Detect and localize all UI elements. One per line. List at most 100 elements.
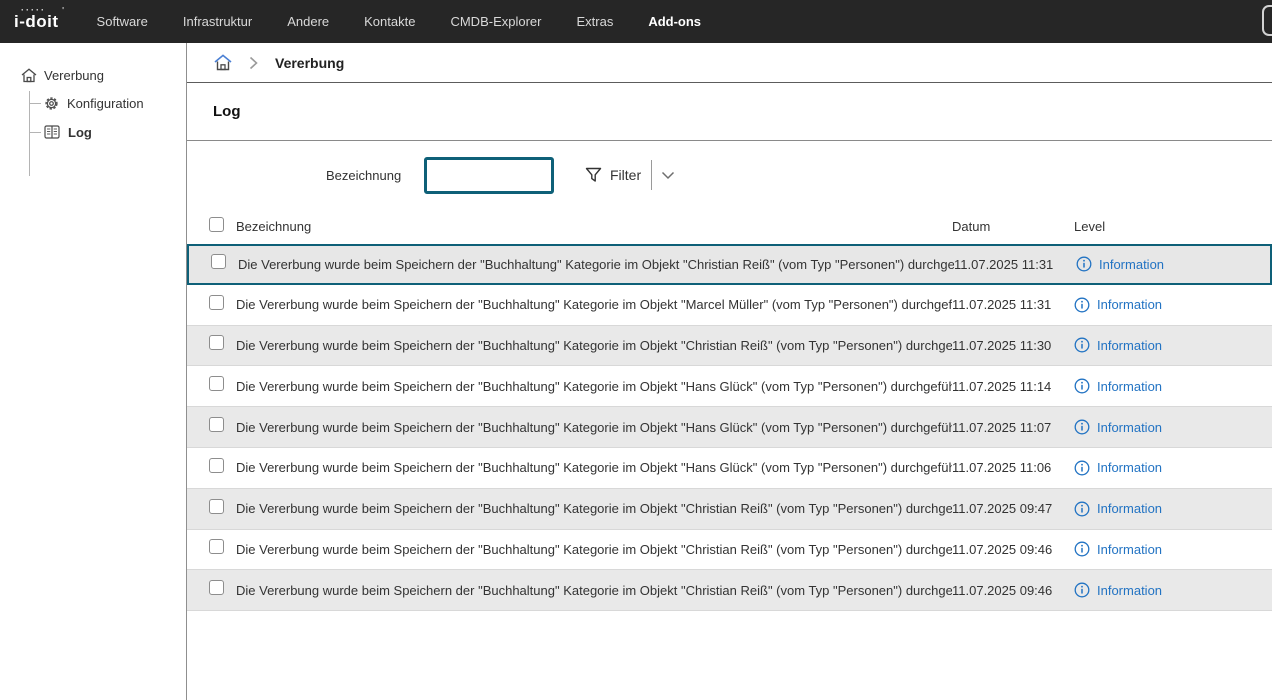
column-header-datum[interactable]: Datum: [952, 219, 1074, 234]
row-checkbox[interactable]: [209, 376, 224, 391]
top-navbar: ····· ' i-doit Software Infrastruktur Ande…: [0, 0, 1272, 43]
navbar-right-button[interactable]: [1262, 5, 1272, 36]
info-circle-icon: [1074, 582, 1090, 598]
log-message: Die Vererbung wurde beim Speichern der "…: [236, 297, 952, 312]
log-level-label[interactable]: Information: [1097, 379, 1162, 394]
log-level-label[interactable]: Information: [1097, 420, 1162, 435]
log-level: Information: [1076, 256, 1270, 272]
table-row[interactable]: Die Vererbung wurde beim Speichern der "…: [187, 407, 1272, 448]
navbar-menu: Software Infrastruktur Andere Kontakte CMDB-…: [97, 14, 702, 29]
filter-divider: [651, 160, 652, 190]
log-level-label[interactable]: Information: [1097, 501, 1162, 516]
log-date: 11.07.2025 09:46: [952, 583, 1074, 598]
table-row[interactable]: Die Vererbung wurde beim Speichern der "…: [187, 366, 1272, 407]
log-message: Die Vererbung wurde beim Speichern der "…: [238, 257, 954, 272]
log-level-label[interactable]: Information: [1097, 338, 1162, 353]
row-checkbox[interactable]: [209, 295, 224, 310]
info-circle-icon: [1074, 501, 1090, 517]
page-title: Log: [213, 103, 241, 120]
filter-input[interactable]: [424, 157, 554, 194]
log-level: Information: [1074, 337, 1272, 353]
breadcrumb-current[interactable]: Vererbung: [275, 55, 344, 71]
sidebar-item-konfiguration[interactable]: Konfiguration: [29, 93, 186, 113]
log-level-label[interactable]: Information: [1097, 460, 1162, 475]
table-row[interactable]: Die Vererbung wurde beim Speichern der "…: [187, 448, 1272, 489]
tree-connector-line: [29, 132, 41, 133]
info-circle-icon: [1074, 460, 1090, 476]
gear-icon: [44, 96, 59, 111]
navbar-item-kontakte[interactable]: Kontakte: [364, 14, 415, 29]
tree-connector-line: [29, 103, 41, 104]
table-row[interactable]: Die Vererbung wurde beim Speichern der "…: [187, 530, 1272, 571]
table-row[interactable]: Die Vererbung wurde beim Speichern der "…: [187, 326, 1272, 367]
table-row[interactable]: Die Vererbung wurde beim Speichern der "…: [187, 489, 1272, 530]
row-checkbox[interactable]: [209, 499, 224, 514]
house-icon: [21, 68, 37, 83]
log-level: Information: [1074, 582, 1272, 598]
navbar-item-andere[interactable]: Andere: [287, 14, 329, 29]
log-message: Die Vererbung wurde beim Speichern der "…: [236, 583, 952, 598]
select-all-checkbox[interactable]: [209, 217, 224, 232]
sidebar-item-label: Vererbung: [44, 68, 104, 83]
table-row[interactable]: Die Vererbung wurde beim Speichern der "…: [187, 570, 1272, 611]
table-row[interactable]: Die Vererbung wurde beim Speichern der "…: [187, 285, 1272, 326]
sidebar-item-label: Konfiguration: [67, 96, 144, 111]
row-checkbox[interactable]: [209, 417, 224, 432]
row-checkbox[interactable]: [209, 539, 224, 554]
navbar-item-software[interactable]: Software: [97, 14, 148, 29]
filter-button[interactable]: Filter: [585, 167, 641, 184]
log-level-label[interactable]: Information: [1097, 542, 1162, 557]
row-checkbox[interactable]: [209, 580, 224, 595]
log-level: Information: [1074, 297, 1272, 313]
filter-label: Bezeichnung: [326, 168, 393, 183]
log-date: 11.07.2025 09:46: [952, 542, 1074, 557]
log-message: Die Vererbung wurde beim Speichern der "…: [236, 379, 952, 394]
log-date: 11.07.2025 11:14: [952, 379, 1074, 394]
log-level-label[interactable]: Information: [1099, 257, 1164, 272]
sidebar-tree: Vererbung Konfiguration: [0, 43, 187, 700]
navbar-item-add-ons[interactable]: Add-ons: [648, 14, 701, 29]
log-message: Die Vererbung wurde beim Speichern der "…: [236, 420, 952, 435]
log-date: 11.07.2025 11:31: [954, 257, 1076, 272]
log-level: Information: [1074, 460, 1272, 476]
log-date: 11.07.2025 11:31: [952, 297, 1074, 312]
filter-button-label: Filter: [610, 167, 641, 183]
log-level-label[interactable]: Information: [1097, 583, 1162, 598]
log-message: Die Vererbung wurde beim Speichern der "…: [236, 542, 952, 557]
row-checkbox[interactable]: [209, 335, 224, 350]
table-row[interactable]: Die Vererbung wurde beim Speichern der "…: [187, 244, 1272, 285]
sidebar-item-log[interactable]: Log: [29, 122, 186, 142]
log-message: Die Vererbung wurde beim Speichern der "…: [236, 338, 952, 353]
log-level: Information: [1074, 541, 1272, 557]
funnel-icon: [585, 167, 602, 184]
filter-bar: Bezeichnung Filter: [187, 141, 1272, 209]
row-checkbox[interactable]: [209, 458, 224, 473]
log-date: 11.07.2025 09:47: [952, 501, 1074, 516]
info-circle-icon: [1074, 419, 1090, 435]
navbar-item-extras[interactable]: Extras: [576, 14, 613, 29]
breadcrumb: Vererbung: [187, 43, 1272, 83]
chevron-down-icon: [661, 171, 675, 180]
log-level-label[interactable]: Information: [1097, 297, 1162, 312]
page-header: Log: [187, 83, 1272, 141]
navbar-item-cmdb-explorer[interactable]: CMDB-Explorer: [450, 14, 541, 29]
info-circle-icon: [1074, 297, 1090, 313]
info-circle-icon: [1074, 541, 1090, 557]
i-doit-logo[interactable]: ····· ' i-doit: [14, 12, 59, 32]
log-date: 11.07.2025 11:30: [952, 338, 1074, 353]
chevron-right-icon: [249, 56, 258, 70]
navbar-item-infrastruktur[interactable]: Infrastruktur: [183, 14, 252, 29]
open-book-icon: [44, 125, 60, 139]
log-level: Information: [1074, 501, 1272, 517]
breadcrumb-home-icon[interactable]: [214, 54, 232, 71]
sidebar-item-vererbung[interactable]: Vererbung: [21, 65, 186, 85]
log-date: 11.07.2025 11:06: [952, 460, 1074, 475]
row-checkbox[interactable]: [211, 254, 226, 269]
column-header-level[interactable]: Level: [1074, 219, 1272, 234]
column-header-bezeichnung[interactable]: Bezeichnung: [236, 219, 952, 234]
info-circle-icon: [1074, 337, 1090, 353]
info-circle-icon: [1074, 378, 1090, 394]
log-message: Die Vererbung wurde beim Speichern der "…: [236, 501, 952, 516]
filter-expand-button[interactable]: [657, 167, 679, 184]
logo-tick-decoration: ': [62, 6, 64, 15]
